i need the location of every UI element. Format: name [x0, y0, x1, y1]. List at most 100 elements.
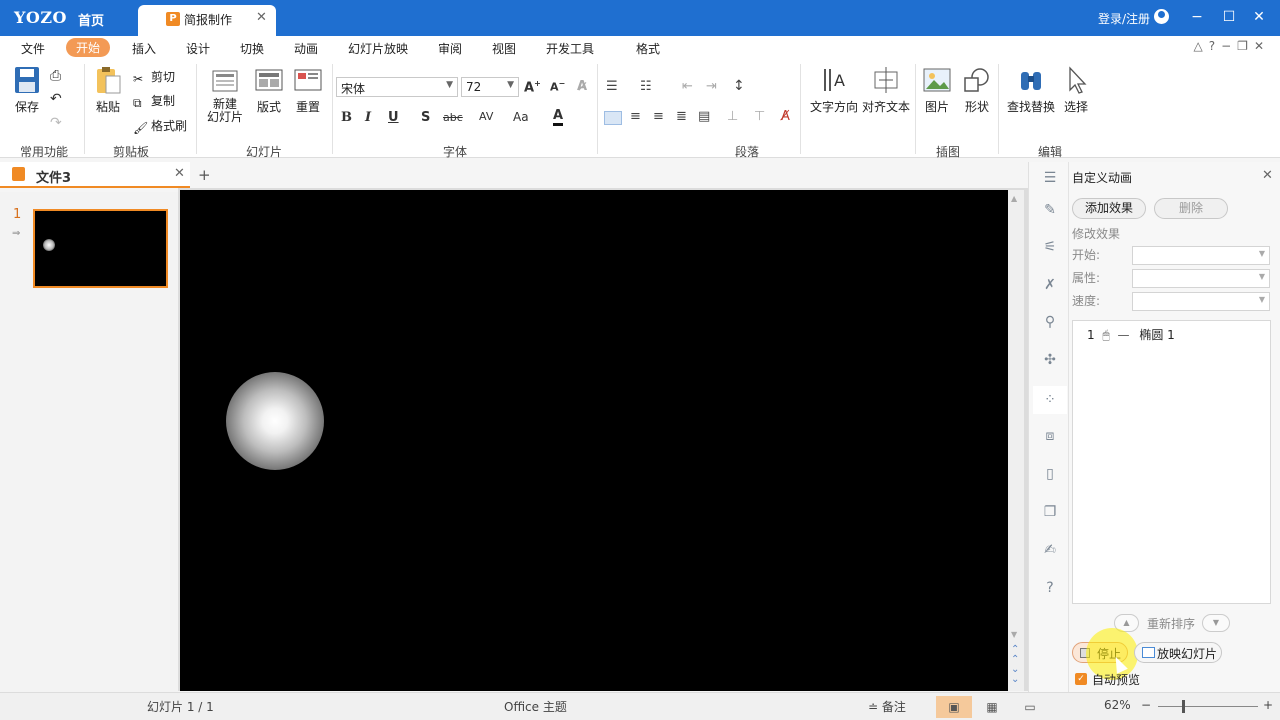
align-center-icon[interactable]: ≡ [630, 109, 641, 124]
text-box-icon[interactable]: ⊤ [754, 109, 765, 124]
tools-icon[interactable]: ✗ [1042, 277, 1058, 293]
shape-button[interactable]: 形状 [961, 66, 993, 115]
menu-transitions[interactable]: 切换 [240, 40, 264, 57]
print-icon[interactable]: ⎙ [50, 68, 61, 84]
zoom-out-icon[interactable]: − [1141, 698, 1151, 712]
strikethrough-icon[interactable]: abc [443, 111, 463, 124]
undo-icon[interactable]: ↶ [50, 91, 62, 107]
distribute-icon[interactable]: ▤ [698, 109, 710, 124]
menu-slideshow[interactable]: 幻灯片放映 [348, 40, 408, 57]
reset-button[interactable]: 重置 [292, 66, 324, 115]
menu-animations[interactable]: 动画 [294, 40, 318, 57]
find-replace-button[interactable]: 查找替换 [1005, 66, 1057, 115]
font-size-select[interactable]: 72 ▼ [461, 77, 519, 97]
cut-button[interactable]: ✂ 剪切 [133, 68, 175, 86]
underline-icon[interactable]: U [388, 110, 399, 125]
clear-format-icon[interactable]: A̷ [577, 79, 587, 94]
custom-animation-icon[interactable]: ⁘ [1033, 386, 1067, 414]
move-down-button[interactable]: ▼ [1202, 614, 1230, 632]
login-link[interactable]: 登录/注册 [1098, 10, 1150, 27]
normal-view-button[interactable]: ▣ [936, 696, 972, 718]
notes-button[interactable]: ≐ 备注 [868, 698, 906, 715]
scroll-down-icon[interactable]: ▼ [1011, 630, 1017, 639]
redo-icon[interactable]: ↷ [50, 115, 62, 131]
auto-preview-checkbox[interactable]: ✓ [1075, 673, 1087, 685]
zoom-in-icon[interactable]: + [1263, 698, 1273, 712]
select-button[interactable]: 选择 [1061, 66, 1091, 115]
text-direction-button[interactable]: A 文字方向 [806, 66, 862, 115]
play-slideshow-button[interactable]: 放映幻灯片 [1134, 642, 1222, 663]
maximize-button[interactable]: ☐ [1218, 6, 1240, 28]
paste-button[interactable]: 粘贴 [92, 66, 124, 115]
document-tab-bar[interactable]: 文件3 ✕ [0, 162, 190, 188]
slide-sorter-button[interactable]: ▦ [974, 696, 1010, 718]
new-tab-button[interactable]: + [198, 166, 211, 184]
copy-pane-icon[interactable]: ❐ [1042, 504, 1058, 520]
pin-icon[interactable]: ⚲ [1042, 314, 1058, 330]
save-button[interactable]: 保存 [10, 66, 44, 115]
minimize-button[interactable]: − [1186, 6, 1208, 28]
image-effect-icon[interactable]: ⧈ [1042, 428, 1058, 444]
delete-effect-button[interactable]: 删除 [1154, 198, 1228, 219]
shadow-icon[interactable]: S [421, 110, 430, 125]
align-left-icon[interactable] [604, 111, 622, 125]
menu-file[interactable]: 文件 [21, 40, 45, 57]
adjust-icon[interactable]: ⚟ [1042, 239, 1058, 255]
vertical-scrollbar[interactable]: ▲ ▼ ⌃ ⌃ ⌄ ⌄ [1008, 190, 1024, 691]
home-tab[interactable]: 首页 [78, 10, 104, 29]
animation-list-item[interactable]: 1 🖱 — 椭圆 1 [1087, 326, 1175, 343]
font-name-select[interactable]: 宋体 ▼ [336, 77, 458, 97]
increase-indent-icon[interactable]: ⇥ [706, 79, 717, 94]
font-color-icon[interactable]: A [553, 108, 564, 126]
char-spacing-icon[interactable]: AV [479, 110, 493, 123]
align-right-icon[interactable]: ≡ [653, 109, 664, 124]
menu-insert[interactable]: 插入 [132, 40, 156, 57]
reading-view-button[interactable]: ▭ [1012, 696, 1048, 718]
speed-select[interactable]: ▼ [1132, 292, 1270, 311]
menu-view[interactable]: 视图 [492, 40, 516, 57]
clipboard-icon[interactable]: ▯ [1042, 466, 1058, 482]
start-select[interactable]: ▼ [1132, 246, 1270, 265]
menu-format[interactable]: 格式 [636, 40, 660, 57]
pen-icon[interactable]: ✎ [1042, 202, 1058, 218]
close-document-icon[interactable]: ✕ [174, 166, 185, 181]
animation-list[interactable] [1072, 320, 1271, 604]
zoom-slider-thumb[interactable] [1182, 700, 1185, 713]
columns-icon[interactable]: ⊥ [727, 109, 738, 124]
line-spacing-icon[interactable]: ↕ [733, 78, 745, 94]
copy-button[interactable]: ⧉ 复制 [133, 92, 175, 110]
page-nav-icon[interactable]: ⌃ ⌃ ⌄ ⌄ [1011, 645, 1019, 685]
shrink-font-icon[interactable]: A− [550, 79, 565, 94]
scroll-up-icon[interactable]: ▲ [1011, 194, 1017, 203]
zoom-slider[interactable] [1158, 706, 1258, 707]
document-tab[interactable]: P 简报制作 ✕ [138, 5, 276, 36]
layout-button[interactable]: 版式 [253, 66, 285, 115]
italic-icon[interactable]: I [365, 110, 371, 125]
menu-home[interactable]: 开始 [66, 38, 111, 57]
close-tab-icon[interactable]: ✕ [256, 10, 267, 25]
transition-icon[interactable]: ✣ [1042, 352, 1058, 368]
user-icon[interactable] [1154, 9, 1169, 24]
bullets-icon[interactable]: ☰ [606, 79, 618, 94]
format-painter-button[interactable]: 🖌 格式刷 [133, 117, 187, 135]
decrease-indent-icon[interactable]: ⇤ [682, 79, 693, 94]
add-effect-button[interactable]: 添加效果 [1072, 198, 1146, 219]
help-icon[interactable]: ? [1042, 580, 1058, 596]
ellipse-shape[interactable] [226, 372, 324, 470]
menu-review[interactable]: 审阅 [438, 40, 462, 57]
grow-font-icon[interactable]: A+ [524, 79, 541, 95]
close-panel-icon[interactable]: ✕ [1262, 168, 1273, 183]
collapse-pane-icon[interactable]: ☰ [1042, 170, 1058, 186]
property-select[interactable]: ▼ [1132, 269, 1270, 288]
text-effects-icon[interactable]: A̸ [781, 109, 790, 124]
picture-button[interactable]: 图片 [921, 66, 953, 115]
numbering-icon[interactable]: ☷ [640, 79, 652, 94]
new-slide-button[interactable]: 新建 幻灯片 [202, 66, 248, 124]
menu-design[interactable]: 设计 [186, 40, 210, 57]
slide-thumbnail[interactable] [33, 209, 168, 288]
close-window-button[interactable]: ✕ [1248, 6, 1270, 28]
menu-developer[interactable]: 开发工具 [546, 40, 594, 57]
align-text-button[interactable]: 对齐文本 [860, 66, 912, 115]
edit-icon[interactable]: ✍ [1042, 542, 1058, 558]
change-case-icon[interactable]: Aa [513, 110, 529, 124]
